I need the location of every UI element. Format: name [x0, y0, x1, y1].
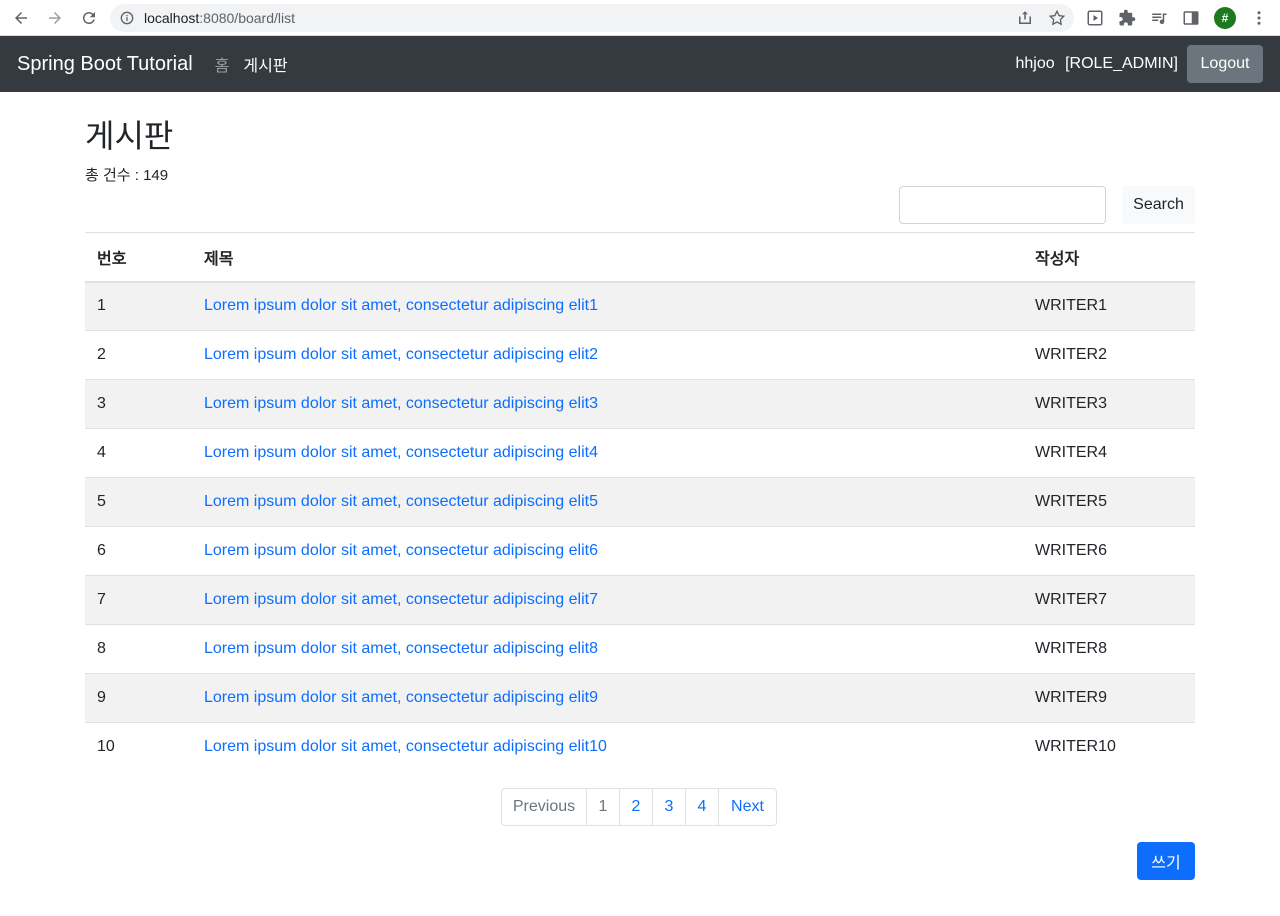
- post-title-link[interactable]: Lorem ipsum dolor sit amet, consectetur …: [204, 493, 598, 510]
- table-row: 10 Lorem ipsum dolor sit amet, consectetu…: [85, 722, 1195, 772]
- table-row: 8 Lorem ipsum dolor sit amet, consectetur…: [85, 624, 1195, 674]
- pagination: Previous 1 2 3 4 Next: [501, 788, 777, 826]
- post-title-link[interactable]: Lorem ipsum dolor sit amet, consectetur …: [204, 738, 607, 755]
- row-writer: WRITER8: [1023, 624, 1195, 674]
- navbar-brand[interactable]: Spring Boot Tutorial: [17, 53, 193, 76]
- header-writer: 작성자: [1023, 232, 1195, 283]
- row-number: 2: [85, 330, 192, 380]
- puzzle-extensions-icon[interactable]: [1118, 9, 1136, 27]
- back-button[interactable]: [8, 5, 34, 31]
- row-writer: WRITER2: [1023, 330, 1195, 380]
- app-navbar: Spring Boot Tutorial 홈 게시판 hhjoo [ROLE_A…: [0, 36, 1280, 92]
- address-bar[interactable]: localhost:8080/board/list: [110, 4, 1074, 32]
- row-writer: WRITER9: [1023, 673, 1195, 723]
- user-info: hhjoo [ROLE_ADMIN]: [1015, 55, 1178, 73]
- row-number: 4: [85, 428, 192, 478]
- share-icon[interactable]: [1016, 9, 1034, 27]
- header-number: 번호: [85, 232, 192, 283]
- row-number: 1: [85, 281, 192, 331]
- arrow-right-icon: [49, 11, 61, 24]
- nav-link-board[interactable]: 게시판: [243, 52, 287, 76]
- table-row: 5 Lorem ipsum dolor sit amet, consectetur…: [85, 477, 1195, 527]
- profile-avatar[interactable]: #: [1214, 7, 1236, 29]
- main-content: 게시판 총 건수 : 149 Search 번호 제목 작성자 1 Lorem i…: [85, 92, 1195, 772]
- row-number: 8: [85, 624, 192, 674]
- header-title: 제목: [192, 232, 1023, 283]
- post-title-link[interactable]: Lorem ipsum dolor sit amet, consectetur …: [204, 346, 598, 363]
- side-panel-icon[interactable]: [1182, 9, 1200, 27]
- row-number: 3: [85, 379, 192, 429]
- info-icon: [120, 11, 134, 25]
- search-button[interactable]: Search: [1122, 186, 1195, 224]
- row-writer: WRITER4: [1023, 428, 1195, 478]
- reload-icon: [82, 11, 95, 24]
- table-row: 6 Lorem ipsum dolor sit amet, consectetur…: [85, 526, 1195, 576]
- playlist-icon[interactable]: [1150, 9, 1168, 27]
- forward-button[interactable]: [42, 5, 68, 31]
- row-writer: WRITER3: [1023, 379, 1195, 429]
- row-number: 9: [85, 673, 192, 723]
- pagination-page-2[interactable]: 2: [619, 788, 653, 826]
- row-number: 5: [85, 477, 192, 527]
- pagination-page-4[interactable]: 4: [685, 788, 719, 826]
- pagination-previous[interactable]: Previous: [501, 788, 587, 826]
- table-row: 2 Lorem ipsum dolor sit amet, consectetur…: [85, 330, 1195, 380]
- table-row: 3 Lorem ipsum dolor sit amet, consectetur…: [85, 379, 1195, 429]
- row-writer: WRITER10: [1023, 722, 1195, 772]
- search-input[interactable]: [899, 186, 1106, 224]
- total-count: 총 건수 : 149: [85, 167, 169, 184]
- reload-button[interactable]: [76, 5, 102, 31]
- post-title-link[interactable]: Lorem ipsum dolor sit amet, consectetur …: [204, 640, 598, 657]
- url-path: :8080/board/list: [199, 10, 295, 26]
- write-button[interactable]: 쓰기: [1137, 842, 1195, 880]
- arrow-left-icon: [15, 11, 27, 24]
- search-form: Search: [899, 186, 1195, 224]
- logout-button[interactable]: Logout: [1187, 45, 1263, 83]
- table-row: 9 Lorem ipsum dolor sit amet, consectetur…: [85, 673, 1195, 723]
- table-row: 4 Lorem ipsum dolor sit amet, consectetur…: [85, 428, 1195, 478]
- page-title: 게시판: [85, 118, 174, 154]
- table-header-row: 번호 제목 작성자: [85, 232, 1195, 283]
- post-title-link[interactable]: Lorem ipsum dolor sit amet, consectetur …: [204, 297, 598, 314]
- row-number: 6: [85, 526, 192, 576]
- url-host: localhost: [144, 10, 200, 26]
- post-title-link[interactable]: Lorem ipsum dolor sit amet, consectetur …: [204, 591, 598, 608]
- table-row: 1 Lorem ipsum dolor sit amet, consectetur…: [85, 281, 1195, 331]
- url-text: localhost:8080/board/list: [144, 10, 295, 26]
- user-role: [ROLE_ADMIN]: [1065, 55, 1178, 72]
- row-writer: WRITER1: [1023, 281, 1195, 331]
- post-title-link[interactable]: Lorem ipsum dolor sit amet, consectetur …: [204, 395, 598, 412]
- row-writer: WRITER6: [1023, 526, 1195, 576]
- post-title-link[interactable]: Lorem ipsum dolor sit amet, consectetur …: [204, 542, 598, 559]
- username: hhjoo: [1015, 55, 1055, 72]
- pagination-next[interactable]: Next: [718, 788, 777, 826]
- pagination-page-3[interactable]: 3: [652, 788, 686, 826]
- pagination-page-1[interactable]: 1: [586, 788, 620, 826]
- post-title-link[interactable]: Lorem ipsum dolor sit amet, consectetur …: [204, 689, 598, 706]
- row-writer: WRITER5: [1023, 477, 1195, 527]
- board-table: 번호 제목 작성자 1 Lorem ipsum dolor sit amet, c…: [85, 232, 1195, 772]
- row-number: 7: [85, 575, 192, 625]
- nav-link-home[interactable]: 홈: [215, 52, 230, 76]
- media-extension-icon[interactable]: [1086, 9, 1104, 27]
- star-icon[interactable]: [1048, 9, 1066, 27]
- post-title-link[interactable]: Lorem ipsum dolor sit amet, consectetur …: [204, 444, 598, 461]
- table-row: 7 Lorem ipsum dolor sit amet, consectetur…: [85, 575, 1195, 625]
- kebab-menu-icon[interactable]: [1250, 9, 1268, 27]
- row-number: 10: [85, 722, 192, 772]
- row-writer: WRITER7: [1023, 575, 1195, 625]
